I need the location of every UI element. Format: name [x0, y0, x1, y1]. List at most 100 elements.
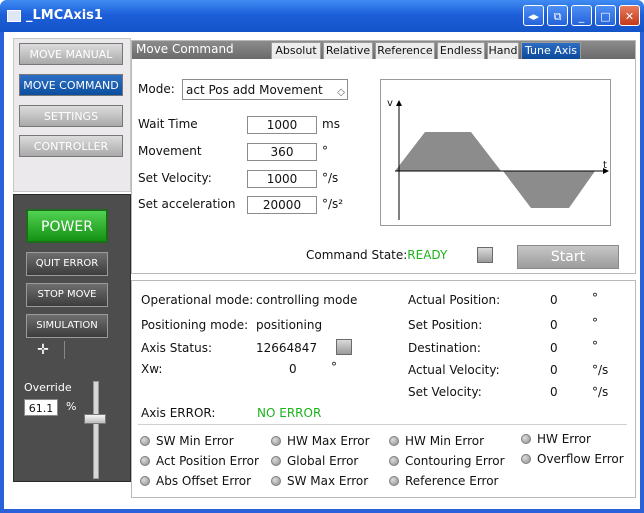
- extra-swap-button[interactable]: ◂▸: [523, 5, 544, 26]
- nav-move-command-button[interactable]: MOVE COMMAND: [19, 74, 123, 96]
- nav-controller-button[interactable]: CONTROLLER: [19, 135, 123, 157]
- quit-error-button[interactable]: QUIT ERROR: [26, 252, 108, 276]
- tab-absolut[interactable]: Absolut: [271, 42, 321, 59]
- velocity-axis-label: v: [387, 98, 393, 109]
- destination-unit: °: [592, 339, 598, 353]
- override-label: Override: [24, 381, 72, 394]
- set-velocity-unit: °/s: [322, 171, 339, 185]
- tab-tune-axis[interactable]: Tune Axis: [521, 42, 581, 59]
- velocity-axis-arrow: [396, 100, 402, 106]
- sw-min-error-led: [140, 436, 150, 446]
- override-slider-track[interactable]: [93, 381, 99, 479]
- move-command-title: Move Command: [136, 42, 234, 56]
- panel-divider: [64, 341, 65, 359]
- actual-position-label: Actual Position:: [408, 293, 501, 307]
- set-velocity-status-unit: °/s: [592, 385, 609, 399]
- wait-time-label: Wait Time: [138, 117, 198, 131]
- mode-value: act Pos add Movement: [186, 83, 323, 97]
- destination-value: 0: [550, 341, 558, 355]
- dropdown-arrow-icon[interactable]: ◇: [337, 83, 345, 103]
- crosshair-icon[interactable]: ✛: [34, 341, 52, 359]
- reference-error-led: [389, 476, 399, 486]
- global-error-led: [271, 456, 281, 466]
- set-velocity-label: Set Velocity:: [138, 171, 212, 185]
- move-command-header: Move Command Absolut Relative Reference …: [132, 41, 635, 59]
- axis-status-value: 12664847: [256, 341, 318, 355]
- window-icon: [7, 10, 21, 22]
- velocity-profile-diagram: v t: [380, 79, 611, 226]
- status-divider: [138, 424, 627, 425]
- actual-position-unit: °: [592, 291, 598, 305]
- override-value-field[interactable]: 61.1: [24, 399, 58, 416]
- abs-offset-error-led: [140, 476, 150, 486]
- set-position-unit: °: [592, 316, 598, 330]
- overflow-error-label: Overflow Error: [537, 452, 624, 466]
- reference-error-label: Reference Error: [405, 474, 499, 488]
- positioning-mode-label: Positioning mode:: [141, 318, 249, 332]
- minimize-button[interactable]: _: [571, 5, 592, 26]
- mode-select[interactable]: act Pos add Movement ◇: [182, 79, 348, 100]
- axis-status-group: Operational mode: controlling mode Posit…: [131, 280, 636, 498]
- start-button[interactable]: Start: [517, 245, 619, 269]
- hw-error-led: [521, 434, 531, 444]
- nav-panel: MOVE MANUAL MOVE COMMAND SETTINGS CONTRO…: [13, 38, 131, 192]
- close-button[interactable]: ✕: [619, 5, 640, 26]
- actual-position-value: 0: [550, 293, 558, 307]
- stop-move-button[interactable]: STOP MOVE: [26, 283, 108, 307]
- velocity-profile-svg: [395, 100, 609, 220]
- contouring-error-led: [389, 456, 399, 466]
- axis-error-label: Axis ERROR:: [141, 406, 216, 420]
- act-position-error-led: [140, 456, 150, 466]
- tab-hand[interactable]: Hand: [487, 42, 519, 59]
- title-bar[interactable]: _LMCAxis1 ◂▸ ⧉ _ □ ✕: [0, 0, 644, 32]
- positive-trapezoid: [395, 132, 501, 171]
- command-state-value: READY: [407, 248, 448, 262]
- wait-time-input[interactable]: 1000: [247, 116, 317, 134]
- nav-move-manual-button[interactable]: MOVE MANUAL: [19, 43, 123, 65]
- window-title: _LMCAxis1: [26, 8, 103, 23]
- tab-reference[interactable]: Reference: [375, 42, 435, 59]
- hw-max-error-led: [271, 436, 281, 446]
- actual-velocity-label: Actual Velocity:: [408, 363, 500, 377]
- operational-mode-label: Operational mode:: [141, 293, 254, 307]
- set-acceleration-unit: °/s²: [322, 197, 344, 211]
- set-velocity-status-value: 0: [550, 385, 558, 399]
- contouring-error-label: Contouring Error: [405, 454, 505, 468]
- wait-time-unit: ms: [322, 117, 340, 131]
- nav-settings-button[interactable]: SETTINGS: [19, 105, 123, 127]
- simulation-button[interactable]: SIMULATION: [26, 314, 108, 338]
- command-state-label: Command State:READY: [306, 248, 447, 262]
- xw-unit: °: [331, 360, 337, 374]
- tab-relative[interactable]: Relative: [323, 42, 373, 59]
- override-unit: %: [66, 400, 77, 413]
- maximize-button[interactable]: □: [595, 5, 616, 26]
- control-panel: POWER QUIT ERROR STOP MOVE SIMULATION ✛ …: [13, 194, 131, 482]
- destination-label: Destination:: [408, 341, 481, 355]
- abs-offset-error-label: Abs Offset Error: [156, 474, 252, 488]
- hw-max-error-label: HW Max Error: [287, 434, 370, 448]
- set-velocity-input[interactable]: 1000: [247, 170, 317, 188]
- time-axis-label: t: [603, 160, 607, 171]
- tab-endless[interactable]: Endless: [437, 42, 485, 59]
- sw-max-error-led: [271, 476, 281, 486]
- move-command-group: Move Command Absolut Relative Reference …: [131, 40, 636, 274]
- overflow-error-led: [521, 454, 531, 464]
- negative-trapezoid: [503, 171, 595, 208]
- power-button[interactable]: POWER: [26, 209, 108, 243]
- set-acceleration-label: Set acceleration: [138, 197, 236, 211]
- set-acceleration-input[interactable]: 20000: [247, 196, 317, 214]
- actual-velocity-value: 0: [550, 363, 558, 377]
- positioning-mode-value: positioning: [256, 318, 323, 332]
- restore-window-button[interactable]: ⧉: [547, 5, 568, 26]
- sw-max-error-label: SW Max Error: [287, 474, 369, 488]
- override-slider-thumb[interactable]: [84, 414, 106, 425]
- command-state-indicator[interactable]: [477, 247, 493, 263]
- hw-min-error-led: [389, 436, 399, 446]
- axis-status-detail-button[interactable]: [336, 339, 352, 355]
- actual-velocity-unit: °/s: [592, 363, 609, 377]
- movement-input[interactable]: 360: [247, 143, 317, 161]
- axis-error-value: NO ERROR: [257, 406, 322, 420]
- set-velocity-status-label: Set Velocity:: [408, 385, 482, 399]
- command-state-caption: Command State:: [306, 248, 408, 262]
- xw-value: 0: [289, 362, 297, 376]
